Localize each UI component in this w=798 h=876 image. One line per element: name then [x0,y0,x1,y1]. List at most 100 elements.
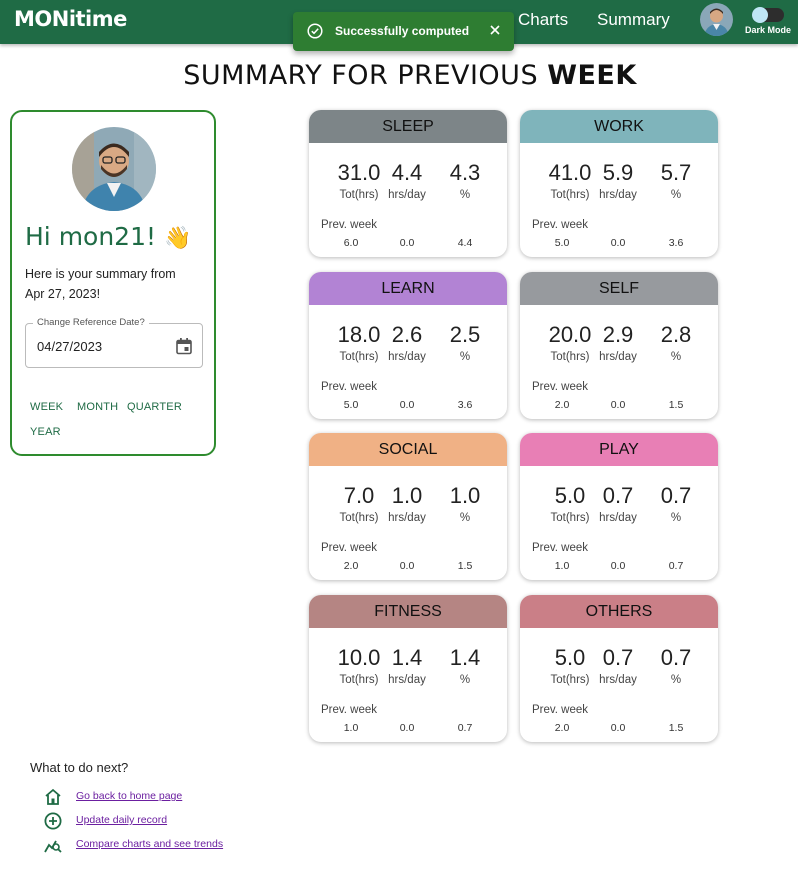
percent-label: % [459,512,471,524]
period-month-button[interactable]: MONTH [77,401,118,413]
percent-label: % [459,351,471,363]
prev-week-label: Prev. week [532,219,589,231]
user-avatar[interactable] [700,3,733,36]
update-record-link[interactable]: Update daily record [76,814,167,826]
period-year-button[interactable]: YEAR [30,426,61,438]
category-card-self: SELF 20.0 2.9 2.8 Tot(hrs) hrs/day% Prev. week… [520,272,718,419]
card-title: SLEEP [309,110,507,143]
prev-total-value: 2.0 [554,722,570,734]
percent-label: % [670,189,682,201]
category-card-work: WORK 41.0 5.9 5.7 Tot(hrs) hrs/day% Prev. week… [520,110,718,257]
prev-per-day-value: 0.0 [399,237,415,249]
prev-percent-value: 1.5 [457,560,473,572]
prev-week-label: Prev. week [532,381,589,393]
prev-week-label: Prev. week [532,704,589,716]
compare-charts-link[interactable]: Compare charts and see trends [76,838,223,850]
hours-per-day-value: 1.0 [391,483,423,508]
hours-per-day-value: 0.7 [602,483,634,508]
category-card-social: SOCIAL 7.0 1.0 1.0 Tot(hrs) hrs/day% Prev. wee… [309,433,507,580]
profile-card: Hi mon21! 👋 Here is your summary from Ap… [10,110,216,456]
category-card-others: OTHERS 5.0 0.7 0.7 Tot(hrs) hrs/day% Prev. wee… [520,595,718,742]
category-card-fitness: FITNESS 10.0 1.4 1.4 Tot(hrs) hrs/day% Prev. w… [309,595,507,742]
prev-total-value: 2.0 [343,560,359,572]
prev-percent-value: 4.4 [457,237,473,249]
home-link[interactable]: Go back to home page [76,790,182,802]
hours-per-day-label: hrs/day [388,512,426,524]
calendar-icon[interactable] [175,337,193,355]
close-icon[interactable] [487,22,503,38]
hours-per-day-value: 4.4 [391,160,423,185]
hours-per-day-label: hrs/day [599,351,637,363]
prev-total-value: 1.0 [554,560,570,572]
period-week-button[interactable]: WEEK [30,401,63,413]
prev-per-day-value: 0.0 [399,722,415,734]
hours-per-day-label: hrs/day [388,351,426,363]
reference-date-field[interactable]: Change Reference Date? 04/27/2023 [25,317,203,368]
prev-percent-value: 1.5 [668,722,684,734]
date-field-value[interactable]: 04/27/2023 [37,339,102,354]
card-title: WORK [520,110,718,143]
prev-total-value: 5.0 [554,237,570,249]
dark-mode-toggle[interactable] [752,7,784,23]
percent-label: % [670,512,682,524]
hours-per-day-value: 0.7 [602,645,634,670]
percent-value: 1.0 [449,483,481,508]
card-title: FITNESS [309,595,507,628]
prev-week-label: Prev. week [532,542,589,554]
prev-per-day-value: 0.0 [399,399,415,411]
check-circle-icon [307,23,323,39]
category-card-learn: LEARN 18.0 2.6 2.5 Tot(hrs) hrs/day% Prev. wee… [309,272,507,419]
prev-per-day-value: 0.0 [610,237,626,249]
prev-per-day-value: 0.0 [399,560,415,572]
prev-per-day-value: 0.0 [610,722,626,734]
prev-percent-value: 3.6 [668,237,684,249]
home-icon[interactable] [43,787,63,807]
title-period: WEEK [547,60,637,91]
hours-per-day-label: hrs/day [388,674,426,686]
period-quarter-button[interactable]: QUARTER [127,401,182,413]
wave-emoji: 👋 [163,226,192,251]
percent-label: % [459,674,471,686]
card-title: LEARN [309,272,507,305]
summary-line-1: Here is your summary from [25,267,176,281]
prev-total-value: 2.0 [554,399,570,411]
percent-value: 2.8 [660,322,692,347]
percent-value: 2.5 [449,322,481,347]
prev-percent-value: 1.5 [668,399,684,411]
nav-charts-link[interactable]: Charts [518,10,568,30]
success-snackbar: Successfully computed [293,12,514,51]
chart-search-icon[interactable] [43,835,63,855]
category-card-play: PLAY 5.0 0.7 0.7 Tot(hrs) hrs/day% Prev. week 1… [520,433,718,580]
add-circle-icon[interactable] [43,811,63,831]
title-prefix: SUMMARY FOR PREVIOUS [183,60,539,91]
prev-week-label: Prev. week [321,381,378,393]
prev-percent-value: 3.6 [457,399,473,411]
hours-per-day-value: 2.6 [391,322,423,347]
profile-avatar [72,127,156,211]
greeting-text: Hi mon21! [25,222,157,251]
snackbar-message: Successfully computed [335,24,470,38]
prev-percent-value: 0.7 [668,560,684,572]
prev-week-label: Prev. week [321,704,378,716]
category-card-sleep: SLEEP 31.0 4.4 4.3 Tot(hrs) hrs/day% Prev. wee… [309,110,507,257]
card-title: PLAY [520,433,718,466]
prev-total-value: 5.0 [343,399,359,411]
card-title: OTHERS [520,595,718,628]
percent-label: % [459,189,471,201]
card-title: SELF [520,272,718,305]
prev-week-label: Prev. week [321,542,378,554]
hours-per-day-value: 2.9 [602,322,634,347]
hours-per-day-label: hrs/day [388,189,426,201]
next-steps-title: What to do next? [30,760,129,775]
percent-value: 0.7 [660,483,692,508]
percent-value: 0.7 [660,645,692,670]
summary-line-2: Apr 27, 2023! [25,287,101,301]
hours-per-day-label: hrs/day [599,512,637,524]
toggle-knob [752,7,768,23]
prev-week-label: Prev. week [321,219,378,231]
prev-per-day-value: 0.0 [610,560,626,572]
percent-label: % [670,351,682,363]
brand-logo[interactable]: MONitime [14,7,127,31]
nav-summary-link[interactable]: Summary [597,10,670,30]
hours-per-day-value: 5.9 [602,160,634,185]
